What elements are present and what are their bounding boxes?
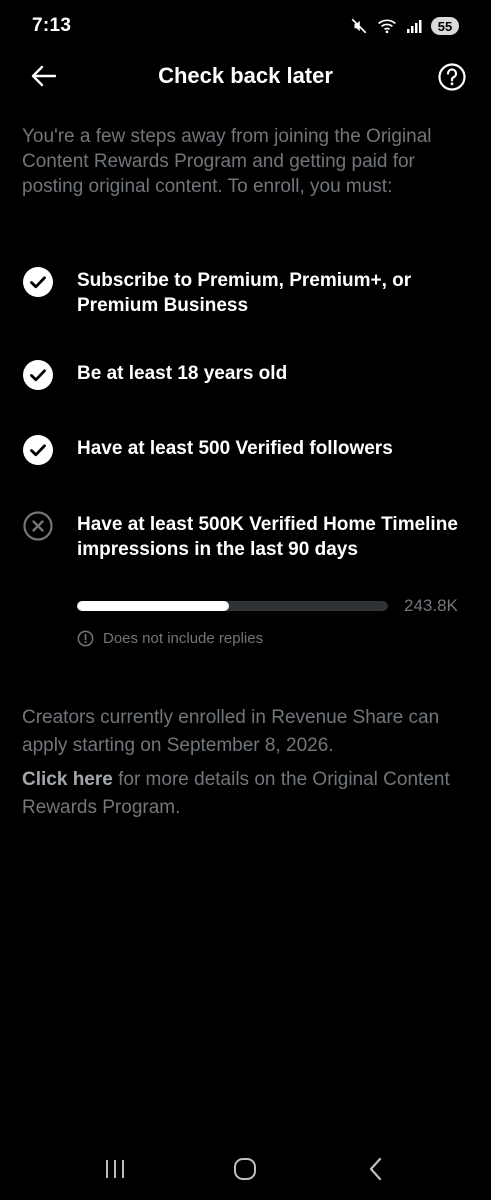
check-circle-icon (23, 435, 53, 465)
battery-icon: 55 (431, 17, 459, 35)
progress-note-text: Does not include replies (103, 630, 264, 647)
system-back-button[interactable] (356, 1149, 396, 1189)
question-circle-icon (438, 63, 466, 91)
mute-icon (351, 18, 367, 34)
chevron-left-icon (369, 1157, 381, 1181)
header: Check back later (0, 52, 491, 100)
page-title: Check back later (158, 63, 333, 88)
status-icons: 55 (350, 17, 459, 35)
x-circle-icon (23, 511, 53, 541)
recent-apps-icon (106, 1160, 125, 1178)
help-button[interactable] (436, 61, 468, 93)
info-icon (77, 630, 94, 647)
requirement-text: Be at least 18 years old (77, 363, 288, 384)
arrow-left-icon (31, 65, 57, 87)
home-button[interactable] (225, 1149, 265, 1189)
progress-fill (77, 601, 229, 611)
requirement-text: Have at least 500K Verified Home Timelin… (77, 514, 458, 560)
screen: 7:13 55 Check back later You're a few st… (0, 0, 491, 1200)
requirement-text: Have at least 500 Verified followers (77, 438, 393, 459)
intro-text: You're a few steps away from joining the… (22, 126, 432, 197)
progress-note: Does not include replies (77, 630, 263, 647)
progress-value: 243.8K (404, 596, 458, 615)
check-circle-icon (23, 267, 53, 297)
requirement-item: Subscribe to Premium, Premium+, or Premi… (22, 267, 470, 318)
back-button[interactable] (28, 62, 60, 90)
signal-icon (407, 20, 422, 33)
requirement-text: Subscribe to Premium, Premium+, or Premi… (77, 270, 412, 316)
impressions-progress: 243.8K (77, 596, 477, 616)
home-icon (234, 1158, 257, 1180)
wifi-icon (378, 19, 396, 34)
navigation-bar (0, 1138, 491, 1200)
details-paragraph: Click here for more details on the Origi… (22, 766, 470, 822)
status-bar: 7:13 55 (0, 0, 491, 52)
progress-track (77, 601, 388, 611)
recent-apps-button[interactable] (95, 1149, 135, 1189)
enrollment-note: Creators currently enrolled in Revenue S… (22, 707, 440, 756)
requirement-item: Be at least 18 years old (22, 360, 470, 391)
requirement-item: Have at least 500K Verified Home Timelin… (22, 511, 470, 562)
status-time: 7:13 (32, 15, 72, 36)
check-circle-icon (23, 360, 53, 390)
click-here-link[interactable]: Click here (22, 769, 113, 790)
requirement-item: Have at least 500 Verified followers (22, 435, 470, 466)
